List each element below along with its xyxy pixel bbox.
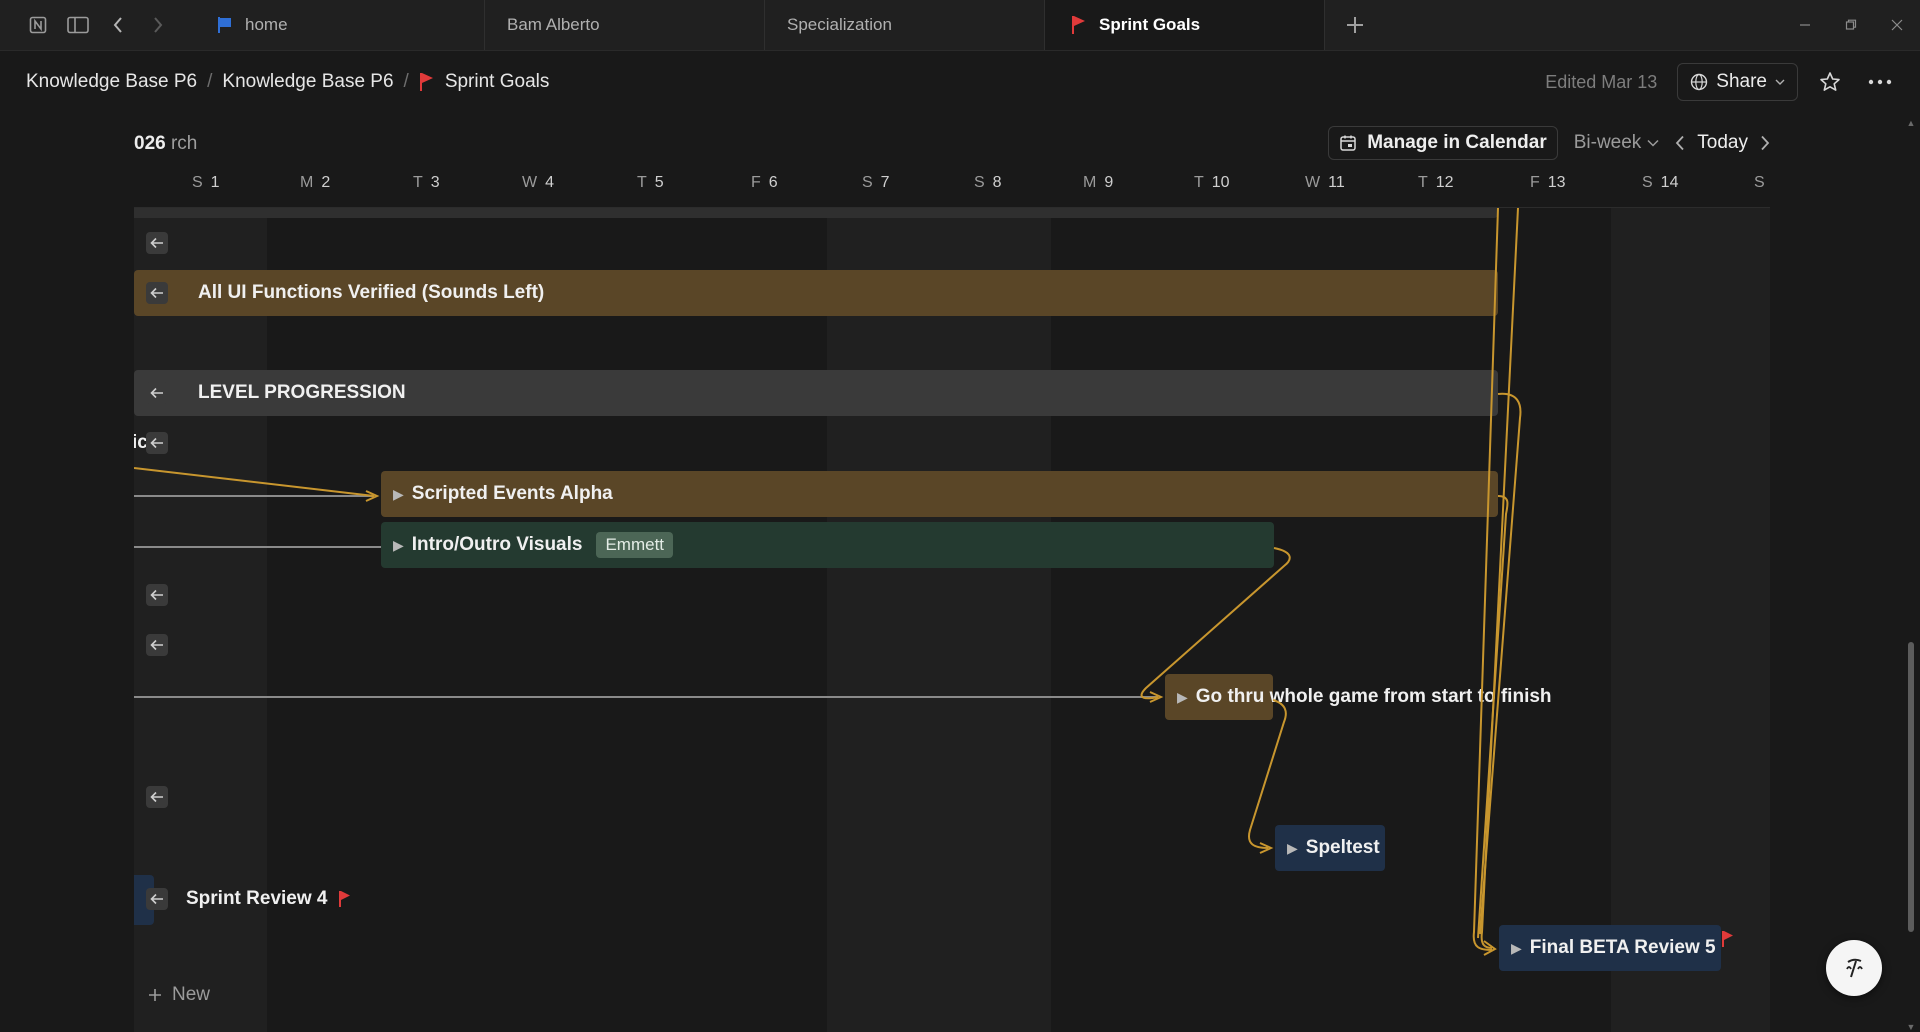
day-label: W4 (522, 174, 555, 191)
breadcrumb-separator: / (403, 71, 409, 92)
close-icon[interactable] (1874, 0, 1920, 51)
flag-red-icon (419, 72, 435, 92)
ai-assistant-button[interactable] (1826, 940, 1882, 996)
scroll-down-icon[interactable]: ▼ (1906, 1022, 1916, 1032)
flag-blue-icon (215, 15, 235, 35)
scrollbar-thumb[interactable] (1908, 642, 1914, 932)
back-arrow-icon[interactable] (102, 9, 134, 41)
view-range-select[interactable]: Bi-week (1574, 132, 1660, 154)
day-label: S1 (192, 174, 220, 191)
day-label: T 12 (1418, 174, 1454, 191)
day-label: F6 (751, 174, 778, 191)
tab-bar-controls (0, 0, 205, 50)
day-label: T3 (413, 174, 440, 191)
star-icon[interactable] (1812, 64, 1848, 100)
forward-arrow-icon[interactable] (142, 9, 174, 41)
new-tab-button[interactable] (1325, 0, 1385, 50)
breadcrumb-item[interactable]: Knowledge Base P6 (222, 67, 393, 97)
tab-bam-alberto[interactable]: Bam Alberto (485, 0, 765, 50)
day-label: W 11 (1305, 174, 1345, 191)
calendar-icon (1340, 135, 1356, 151)
chevron-left-icon[interactable] (1675, 135, 1685, 151)
dependency-lines (134, 208, 1522, 956)
tab-label: Sprint Goals (1099, 15, 1201, 34)
day-label: F 13 (1530, 174, 1566, 191)
notion-ai-face-icon (1846, 958, 1863, 978)
globe-icon (1691, 73, 1708, 91)
manage-in-calendar-button[interactable]: Manage in Calendar (1328, 126, 1558, 160)
more-options-icon[interactable] (1862, 64, 1898, 100)
day-label: M9 (1083, 174, 1114, 191)
tab-label: Bam Alberto (507, 15, 600, 34)
today-button[interactable]: Today (1697, 132, 1748, 154)
breadcrumb-label: Sprint Goals (444, 71, 550, 92)
day-label: M2 (300, 174, 331, 191)
view-range-label: Bi-week (1573, 132, 1642, 153)
breadcrumb-current[interactable]: Sprint Goals (419, 67, 550, 97)
day-label: S7 (862, 174, 890, 191)
tab-specialization[interactable]: Specialization (765, 0, 1045, 50)
day-label: S 14 (1642, 174, 1679, 191)
timeline-month: 026 rch (134, 133, 197, 155)
vertical-scrollbar[interactable]: ▲ ▼ (1906, 118, 1916, 1032)
chevron-down-icon (1775, 79, 1785, 85)
tab-label: home (245, 15, 288, 34)
day-label: S (1754, 174, 1765, 191)
share-button[interactable]: Share (1677, 63, 1798, 101)
scroll-up-icon[interactable]: ▲ (1906, 118, 1916, 128)
tab-label: Specialization (787, 15, 892, 34)
timeline-day-header: S1 M2 T3 W4 T5 F6 S7 S8 M9 T 10 W 11 T 12 F… (134, 170, 1770, 208)
window-controls (1782, 0, 1920, 50)
topbar-actions: Edited Mar 13 Share (1545, 63, 1920, 101)
manage-label: Manage in Calendar (1367, 132, 1547, 153)
day-label: T5 (637, 174, 664, 191)
day-label: S8 (974, 174, 1002, 191)
restore-icon[interactable] (1828, 0, 1874, 51)
plus-icon (149, 989, 161, 1001)
breadcrumb: Knowledge Base P6 / Knowledge Base P6 / … (0, 67, 549, 97)
date-navigation: Today (1675, 132, 1770, 154)
minimize-icon[interactable] (1782, 0, 1828, 51)
breadcrumb-item[interactable]: Knowledge Base P6 (26, 67, 197, 97)
timeline-header: 026 rch Manage in Calendar Bi-week Today (134, 122, 1770, 166)
sidebar-toggle-icon[interactable] (62, 9, 94, 41)
day-label: T 10 (1194, 174, 1230, 191)
flag-red-icon (1069, 15, 1089, 35)
edited-timestamp: Edited Mar 13 (1545, 71, 1658, 92)
plus-icon (1347, 17, 1363, 33)
breadcrumb-separator: / (207, 71, 213, 92)
new-item-button[interactable]: New (148, 984, 210, 1006)
new-label: New (172, 984, 211, 1005)
timeline-controls: Manage in Calendar Bi-week Today (1328, 126, 1770, 160)
month-name-text: rch (170, 133, 198, 154)
page-topbar: Knowledge Base P6 / Knowledge Base P6 / … (0, 52, 1920, 112)
chevron-right-icon[interactable] (1760, 135, 1770, 151)
tab-home[interactable]: home (205, 0, 485, 50)
notion-logo-icon[interactable] (22, 9, 54, 41)
tab-sprint-goals[interactable]: Sprint Goals (1045, 0, 1325, 50)
share-label: Share (1716, 71, 1767, 92)
chevron-down-icon (1647, 139, 1659, 147)
month-year-text: 026 (134, 133, 166, 154)
timeline-grid: All UI Functions Verified (Sounds Left) … (134, 208, 1770, 1032)
tab-bar: home Bam Alberto Specialization Sprint G… (0, 0, 1920, 51)
